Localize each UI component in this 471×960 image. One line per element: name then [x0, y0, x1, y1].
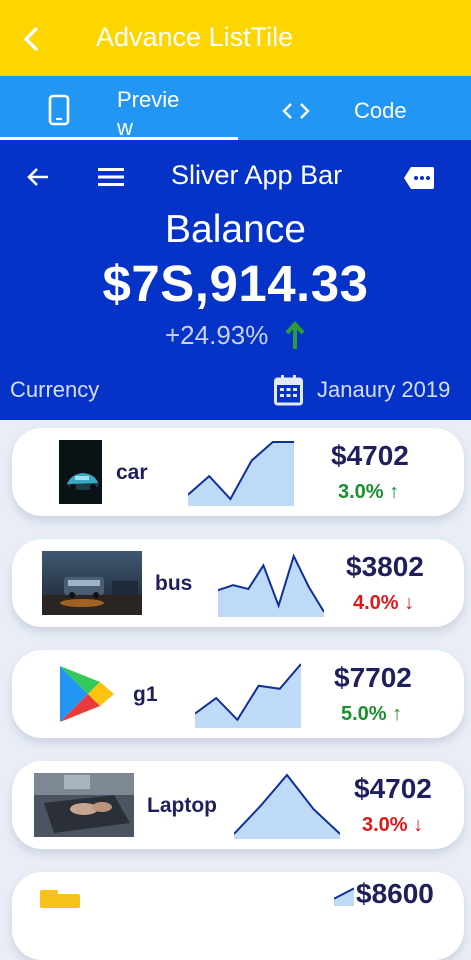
item-price: $3802 [346, 551, 424, 582]
sparkline [195, 663, 301, 728]
header-title: Sliver App Bar [171, 160, 343, 190]
currency-label: Currency [10, 377, 100, 402]
sliver-header: Sliver App Bar Balance $7S,914.33 +24.93… [0, 140, 471, 420]
sparkline [234, 773, 340, 839]
item-price: $8600 [356, 878, 434, 909]
date-label[interactable]: Janaury 2019 [317, 377, 450, 403]
item-change: 5.0% ↑ [341, 703, 402, 726]
item-name: Laptop [147, 794, 217, 817]
list-item[interactable]: Laptop $4702 3.0% ↓ [12, 761, 464, 849]
item-price: $4702 [331, 440, 409, 471]
item-name: g1 [133, 683, 158, 706]
menu-icon[interactable] [98, 167, 124, 187]
folder-icon [40, 888, 80, 908]
laptop-thumbnail [34, 773, 134, 837]
balance-value: $7S,914.33 [102, 255, 369, 312]
arrow-down-icon: ↓ [413, 814, 424, 836]
item-change-value: 4.0% [353, 592, 399, 614]
arrow-down-icon: ↓ [404, 592, 415, 614]
tab-preview[interactable]: Preview [0, 76, 238, 140]
message-icon[interactable] [403, 166, 435, 190]
app-bar: Advance ListTile [0, 0, 471, 76]
item-price: $7702 [334, 662, 412, 693]
item-change-value: 5.0% [341, 703, 387, 725]
code-icon [282, 103, 310, 119]
list-item[interactable]: bus $3802 4.0% ↓ [12, 539, 464, 627]
tab-preview-label: Preview [117, 87, 180, 140]
app-bar-title: Advance ListTile [96, 22, 294, 52]
sparkline [334, 887, 354, 906]
tab-code[interactable]: Code [238, 76, 471, 140]
arrow-back-icon[interactable] [26, 166, 50, 188]
calendar-icon[interactable] [274, 374, 303, 406]
list-item[interactable]: car $4702 3.0% ↑ [12, 428, 464, 516]
balance-change: +24.93% [165, 320, 269, 350]
tab-bar: Preview Code [0, 76, 471, 140]
arrow-up-icon [285, 321, 305, 349]
play-store-logo [56, 662, 118, 726]
item-change-value: 3.0% [362, 814, 408, 836]
item-price: $4702 [354, 773, 432, 804]
arrow-up-icon: ↑ [392, 703, 403, 725]
sparkline-area [195, 664, 301, 728]
item-change: 3.0% ↑ [338, 481, 399, 504]
arrow-up-icon: ↑ [389, 481, 400, 503]
list-item[interactable]: $8600 [12, 872, 464, 960]
balance-label: Balance [165, 208, 306, 251]
sparkline [218, 553, 324, 617]
item-change: 4.0% ↓ [353, 592, 414, 615]
bus-thumbnail [42, 551, 142, 615]
phone-icon [48, 94, 70, 126]
item-change: 3.0% ↓ [362, 814, 423, 837]
car-thumbnail [59, 440, 102, 504]
sparkline-area [188, 442, 294, 506]
item-name: bus [155, 572, 193, 595]
item-change-value: 3.0% [338, 481, 384, 503]
list-item[interactable]: g1 $7702 5.0% ↑ [12, 650, 464, 738]
chevron-left-icon[interactable] [18, 22, 44, 56]
sparkline-area [234, 775, 340, 839]
item-name: car [116, 461, 148, 484]
tab-code-label: Code [354, 98, 407, 123]
asset-list: car $4702 3.0% ↑ bus $3802 4.0% ↓ g1 $77… [0, 420, 471, 960]
sparkline [188, 441, 294, 506]
